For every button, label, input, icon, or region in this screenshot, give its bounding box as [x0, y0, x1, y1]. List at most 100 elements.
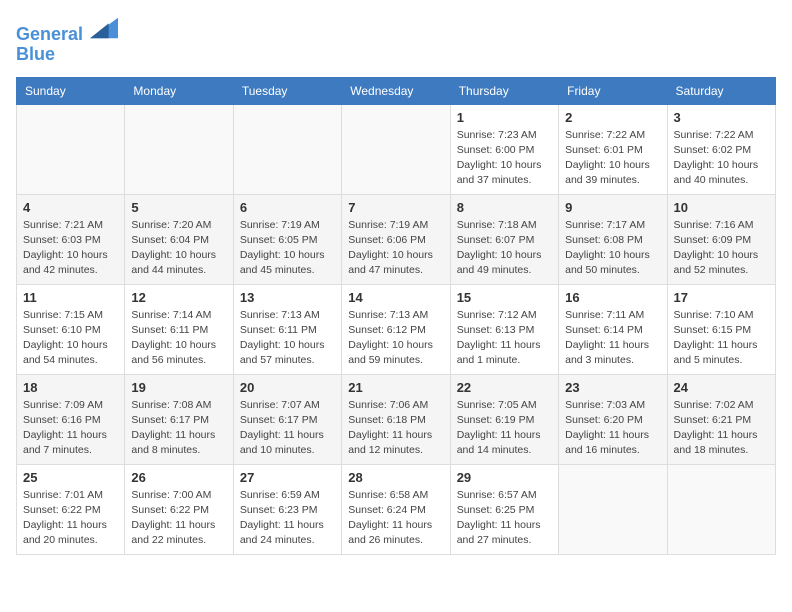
day-info: Sunrise: 7:17 AMSunset: 6:08 PMDaylight:… [565, 218, 660, 279]
calendar-cell [342, 104, 450, 194]
calendar-cell [125, 104, 233, 194]
day-info: Sunrise: 7:15 AMSunset: 6:10 PMDaylight:… [23, 308, 118, 369]
calendar-cell: 12 Sunrise: 7:14 AMSunset: 6:11 PMDayligh… [125, 284, 233, 374]
calendar-cell: 4 Sunrise: 7:21 AMSunset: 6:03 PMDaylight… [17, 194, 125, 284]
calendar-cell: 8 Sunrise: 7:18 AMSunset: 6:07 PMDaylight… [450, 194, 558, 284]
day-number: 1 [457, 110, 552, 125]
weekday-header-sunday: Sunday [17, 77, 125, 104]
day-info: Sunrise: 6:58 AMSunset: 6:24 PMDaylight:… [348, 488, 443, 549]
calendar-cell: 20 Sunrise: 7:07 AMSunset: 6:17 PMDayligh… [233, 374, 341, 464]
day-number: 14 [348, 290, 443, 305]
day-info: Sunrise: 6:57 AMSunset: 6:25 PMDaylight:… [457, 488, 552, 549]
day-number: 18 [23, 380, 118, 395]
day-number: 6 [240, 200, 335, 215]
logo-subtext: Blue [16, 45, 118, 65]
day-number: 28 [348, 470, 443, 485]
day-number: 19 [131, 380, 226, 395]
day-info: Sunrise: 7:20 AMSunset: 6:04 PMDaylight:… [131, 218, 226, 279]
calendar-cell: 18 Sunrise: 7:09 AMSunset: 6:16 PMDayligh… [17, 374, 125, 464]
day-info: Sunrise: 7:00 AMSunset: 6:22 PMDaylight:… [131, 488, 226, 549]
day-info: Sunrise: 7:19 AMSunset: 6:05 PMDaylight:… [240, 218, 335, 279]
day-info: Sunrise: 7:14 AMSunset: 6:11 PMDaylight:… [131, 308, 226, 369]
day-number: 5 [131, 200, 226, 215]
calendar-cell [17, 104, 125, 194]
day-number: 8 [457, 200, 552, 215]
calendar-cell: 1 Sunrise: 7:23 AMSunset: 6:00 PMDaylight… [450, 104, 558, 194]
day-info: Sunrise: 7:09 AMSunset: 6:16 PMDaylight:… [23, 398, 118, 459]
weekday-header-wednesday: Wednesday [342, 77, 450, 104]
calendar-cell: 22 Sunrise: 7:05 AMSunset: 6:19 PMDayligh… [450, 374, 558, 464]
weekday-header-friday: Friday [559, 77, 667, 104]
calendar-cell: 15 Sunrise: 7:12 AMSunset: 6:13 PMDayligh… [450, 284, 558, 374]
calendar-cell: 19 Sunrise: 7:08 AMSunset: 6:17 PMDayligh… [125, 374, 233, 464]
day-info: Sunrise: 7:06 AMSunset: 6:18 PMDaylight:… [348, 398, 443, 459]
calendar-cell: 16Sunrise: 7:11 AMSunset: 6:14 PMDayligh… [559, 284, 667, 374]
calendar-cell: 7 Sunrise: 7:19 AMSunset: 6:06 PMDaylight… [342, 194, 450, 284]
day-number: 24 [674, 380, 769, 395]
calendar-cell: 14 Sunrise: 7:13 AMSunset: 6:12 PMDayligh… [342, 284, 450, 374]
day-info: Sunrise: 7:13 AMSunset: 6:12 PMDaylight:… [348, 308, 443, 369]
day-number: 15 [457, 290, 552, 305]
calendar-cell: 21Sunrise: 7:06 AMSunset: 6:18 PMDayligh… [342, 374, 450, 464]
day-info: Sunrise: 7:19 AMSunset: 6:06 PMDaylight:… [348, 218, 443, 279]
day-number: 27 [240, 470, 335, 485]
weekday-header-thursday: Thursday [450, 77, 558, 104]
calendar-cell: 2Sunrise: 7:22 AMSunset: 6:01 PMDaylight… [559, 104, 667, 194]
day-info: Sunrise: 7:07 AMSunset: 6:17 PMDaylight:… [240, 398, 335, 459]
day-info: Sunrise: 7:22 AMSunset: 6:02 PMDaylight:… [674, 128, 769, 189]
day-number: 4 [23, 200, 118, 215]
day-info: Sunrise: 7:18 AMSunset: 6:07 PMDaylight:… [457, 218, 552, 279]
calendar-cell: 17 Sunrise: 7:10 AMSunset: 6:15 PMDayligh… [667, 284, 775, 374]
day-number: 7 [348, 200, 443, 215]
calendar-week-2: 4 Sunrise: 7:21 AMSunset: 6:03 PMDaylight… [17, 194, 776, 284]
day-info: Sunrise: 7:10 AMSunset: 6:15 PMDaylight:… [674, 308, 769, 369]
day-number: 29 [457, 470, 552, 485]
day-number: 23 [565, 380, 660, 395]
weekday-header-tuesday: Tuesday [233, 77, 341, 104]
calendar-cell: 13 Sunrise: 7:13 AMSunset: 6:11 PMDayligh… [233, 284, 341, 374]
calendar-cell: 29 Sunrise: 6:57 AMSunset: 6:25 PMDayligh… [450, 464, 558, 554]
weekday-header-row: SundayMondayTuesdayWednesdayThursdayFrid… [17, 77, 776, 104]
calendar-cell: 5 Sunrise: 7:20 AMSunset: 6:04 PMDaylight… [125, 194, 233, 284]
day-number: 22 [457, 380, 552, 395]
logo: General Blue [16, 16, 118, 65]
day-number: 13 [240, 290, 335, 305]
day-number: 25 [23, 470, 118, 485]
day-number: 26 [131, 470, 226, 485]
calendar-cell: 3 Sunrise: 7:22 AMSunset: 6:02 PMDaylight… [667, 104, 775, 194]
day-number: 9 [565, 200, 660, 215]
day-info: Sunrise: 7:03 AMSunset: 6:20 PMDaylight:… [565, 398, 660, 459]
day-number: 10 [674, 200, 769, 215]
day-number: 16 [565, 290, 660, 305]
weekday-header-saturday: Saturday [667, 77, 775, 104]
day-info: Sunrise: 7:05 AMSunset: 6:19 PMDaylight:… [457, 398, 552, 459]
day-number: 17 [674, 290, 769, 305]
day-number: 3 [674, 110, 769, 125]
calendar-cell [233, 104, 341, 194]
weekday-header-monday: Monday [125, 77, 233, 104]
day-number: 20 [240, 380, 335, 395]
calendar-table: SundayMondayTuesdayWednesdayThursdayFrid… [16, 77, 776, 555]
calendar-cell: 27 Sunrise: 6:59 AMSunset: 6:23 PMDayligh… [233, 464, 341, 554]
day-info: Sunrise: 7:08 AMSunset: 6:17 PMDaylight:… [131, 398, 226, 459]
logo-icon [90, 16, 118, 40]
calendar-cell: 11 Sunrise: 7:15 AMSunset: 6:10 PMDayligh… [17, 284, 125, 374]
day-number: 11 [23, 290, 118, 305]
calendar-cell: 26 Sunrise: 7:00 AMSunset: 6:22 PMDayligh… [125, 464, 233, 554]
day-number: 2 [565, 110, 660, 125]
calendar-week-3: 11 Sunrise: 7:15 AMSunset: 6:10 PMDayligh… [17, 284, 776, 374]
logo-text: General [16, 16, 118, 45]
day-number: 12 [131, 290, 226, 305]
calendar-week-1: 1 Sunrise: 7:23 AMSunset: 6:00 PMDaylight… [17, 104, 776, 194]
day-info: Sunrise: 7:23 AMSunset: 6:00 PMDaylight:… [457, 128, 552, 189]
day-info: Sunrise: 7:21 AMSunset: 6:03 PMDaylight:… [23, 218, 118, 279]
calendar-cell: 23 Sunrise: 7:03 AMSunset: 6:20 PMDayligh… [559, 374, 667, 464]
day-info: Sunrise: 6:59 AMSunset: 6:23 PMDaylight:… [240, 488, 335, 549]
calendar-cell: 10Sunrise: 7:16 AMSunset: 6:09 PMDayligh… [667, 194, 775, 284]
calendar-week-4: 18 Sunrise: 7:09 AMSunset: 6:16 PMDayligh… [17, 374, 776, 464]
day-info: Sunrise: 7:13 AMSunset: 6:11 PMDaylight:… [240, 308, 335, 369]
day-info: Sunrise: 7:12 AMSunset: 6:13 PMDaylight:… [457, 308, 552, 369]
calendar-cell: 9 Sunrise: 7:17 AMSunset: 6:08 PMDaylight… [559, 194, 667, 284]
calendar-cell: 25Sunrise: 7:01 AMSunset: 6:22 PMDayligh… [17, 464, 125, 554]
calendar-cell: 24Sunrise: 7:02 AMSunset: 6:21 PMDayligh… [667, 374, 775, 464]
